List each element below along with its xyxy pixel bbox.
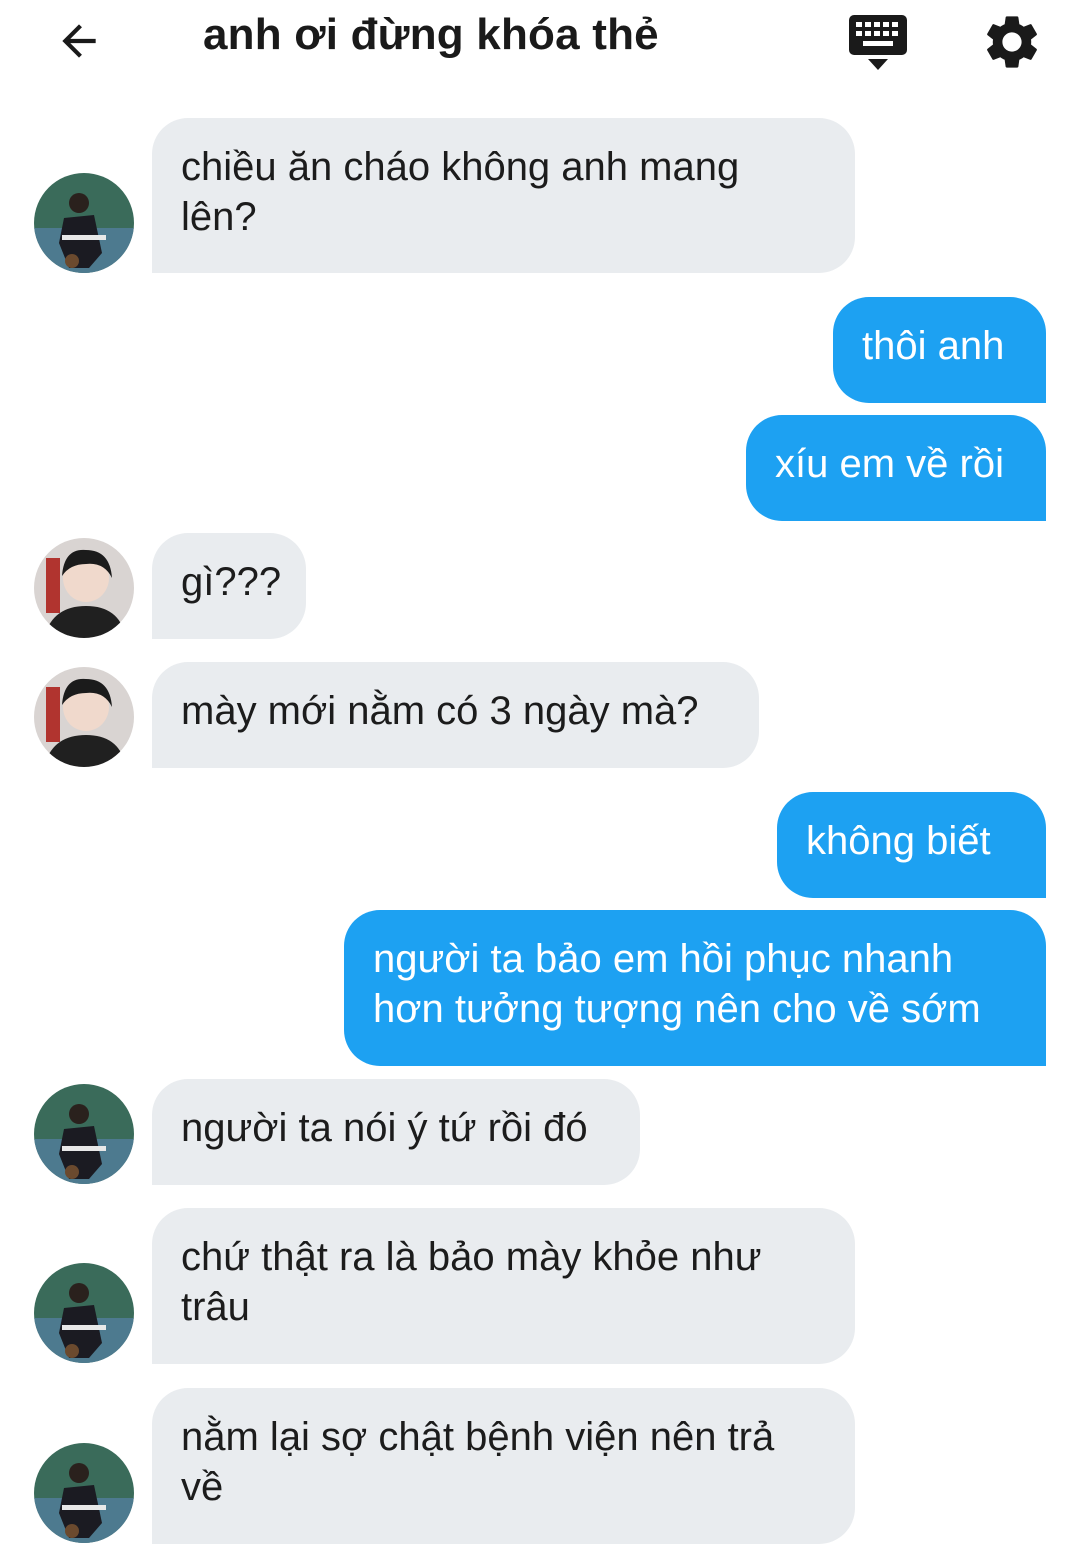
chat-title: anh ơi đừng khóa thẻ — [203, 10, 659, 59]
gear-icon — [987, 16, 1037, 68]
avatar[interactable] — [34, 538, 134, 638]
avatar[interactable] — [34, 173, 134, 273]
message-text-line: chứ thật ra là bảo mày khỏe như — [181, 1235, 762, 1279]
person-photo-icon — [34, 173, 134, 273]
person-photo-icon — [34, 1443, 134, 1543]
message-text-line: người ta bảo em hồi phục nhanh — [373, 937, 954, 981]
settings-button[interactable] — [980, 10, 1044, 74]
avatar[interactable] — [34, 1084, 134, 1184]
message-text-line: nằm lại sợ chật bệnh viện nên trả — [181, 1415, 775, 1459]
person-photo-icon — [34, 667, 134, 767]
message-text-line: lên? — [181, 195, 257, 239]
message-bubble[interactable]: không biết — [777, 792, 1046, 898]
avatar[interactable] — [34, 1263, 134, 1363]
message-bubble[interactable]: xíu em về rồi — [746, 415, 1046, 521]
message-bubble[interactable]: mày mới nằm có 3 ngày mà? — [152, 662, 759, 768]
message-text-line: hơn tưởng tượng nên cho về sớm — [373, 987, 981, 1031]
person-photo-icon — [34, 538, 134, 638]
message-text-line: không biết — [806, 819, 991, 863]
message-text-line: trâu — [181, 1285, 250, 1329]
message-text-line: chiều ăn cháo không anh mang — [181, 145, 740, 189]
message-bubble[interactable]: gì??? — [152, 533, 306, 639]
person-photo-icon — [34, 1084, 134, 1184]
message-bubble[interactable]: thôi anh — [833, 297, 1046, 403]
message-text-line: người ta nói ý tứ rồi đó — [181, 1106, 588, 1150]
message-bubble[interactable]: nằm lại sợ chật bệnh viện nên trả về — [152, 1388, 855, 1544]
message-bubble[interactable]: người ta bảo em hồi phục nhanh hơn tưởng… — [344, 910, 1046, 1066]
keyboard-button[interactable] — [846, 12, 910, 72]
back-button[interactable] — [50, 12, 108, 70]
message-bubble[interactable]: người ta nói ý tứ rồi đó — [152, 1079, 640, 1185]
message-text-line: mày mới nằm có 3 ngày mà? — [181, 689, 699, 733]
keyboard-icon — [849, 15, 907, 70]
arrow-left-icon — [62, 24, 96, 58]
message-text-line: gì??? — [181, 560, 282, 604]
message-text-line: xíu em về rồi — [775, 442, 1004, 486]
avatar[interactable] — [34, 667, 134, 767]
message-bubble[interactable]: chiều ăn cháo không anh mang lên? — [152, 118, 855, 273]
message-bubble[interactable]: chứ thật ra là bảo mày khỏe như trâu — [152, 1208, 855, 1364]
chat-header: anh ơi đừng khóa thẻ — [0, 0, 1080, 84]
person-photo-icon — [34, 1263, 134, 1363]
message-text-line: về — [181, 1465, 224, 1509]
message-text-line: thôi anh — [862, 324, 1005, 368]
avatar[interactable] — [34, 1443, 134, 1543]
